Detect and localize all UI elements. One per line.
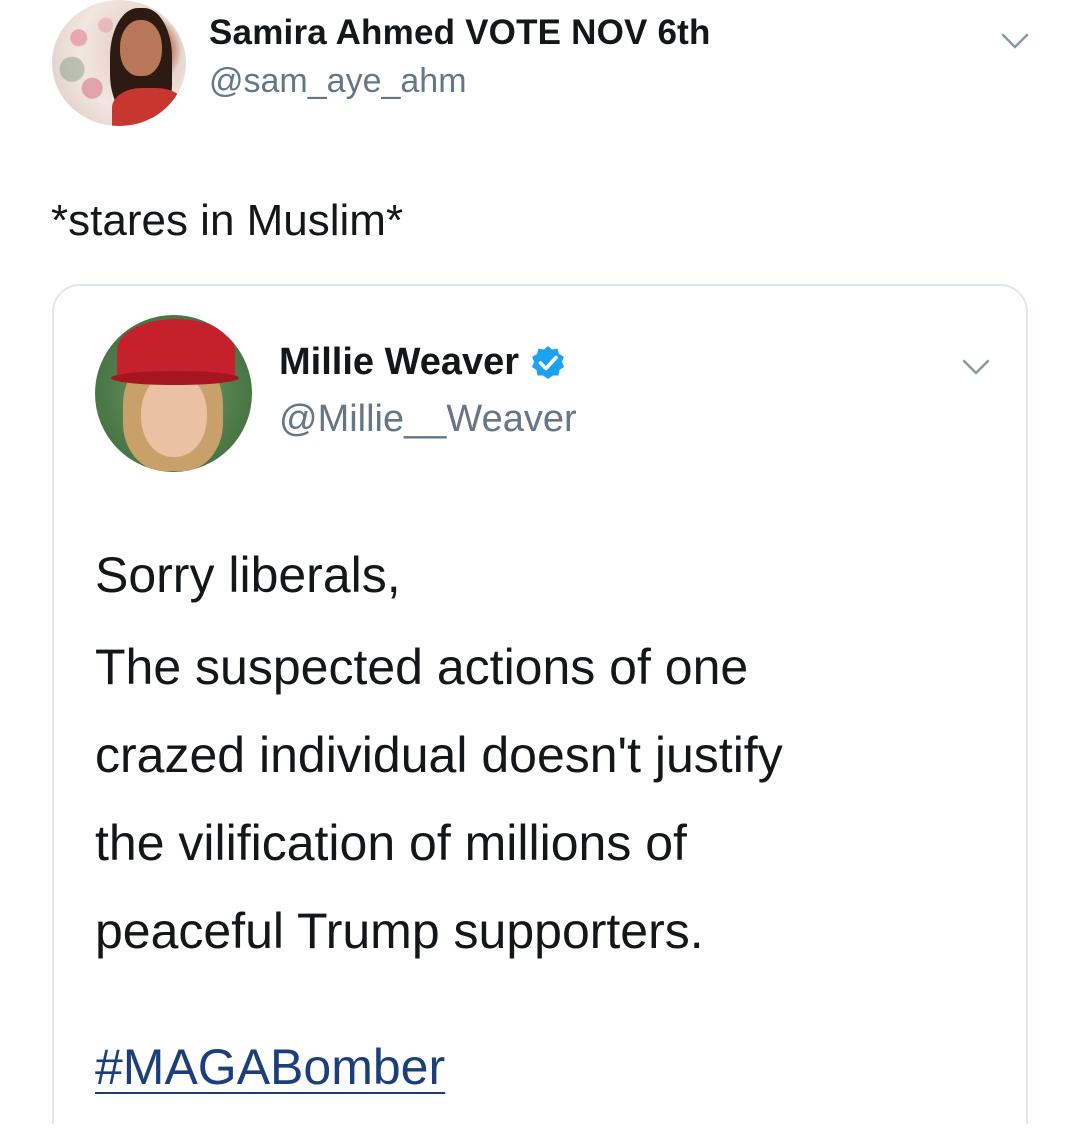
quoted-tweet-paragraph: The suspected actions of one crazed indi… xyxy=(95,623,995,975)
quoted-tweet-body: Sorry liberals, The suspected actions of… xyxy=(95,545,995,975)
chevron-down-icon[interactable] xyxy=(1000,30,1030,52)
author-handle[interactable]: @sam_aye_ahm xyxy=(209,62,467,101)
quoted-author-name[interactable]: Millie Weaver xyxy=(279,341,519,384)
author-name[interactable]: Samira Ahmed VOTE NOV 6th xyxy=(209,13,711,53)
verified-badge-icon xyxy=(529,344,567,382)
author-avatar[interactable] xyxy=(52,0,186,126)
quoted-author-avatar[interactable] xyxy=(95,315,252,472)
avatar-shirt xyxy=(112,88,186,126)
quoted-author-handle[interactable]: @Millie__Weaver xyxy=(279,398,577,441)
avatar-face xyxy=(120,20,162,76)
quoted-tweet-line: peaceful Trump supporters. xyxy=(95,903,704,959)
quoted-author-name-row[interactable]: Millie Weaver xyxy=(279,341,567,384)
avatar-hat-brim xyxy=(111,371,239,385)
chevron-down-icon[interactable] xyxy=(961,356,991,378)
quoted-tweet-line: The suspected actions of one xyxy=(95,639,749,695)
quoted-tweet-line: the vilification of millions of xyxy=(95,815,687,871)
avatar-face xyxy=(141,373,207,457)
hashtag-link[interactable]: #MAGABomber xyxy=(95,1038,445,1096)
quoted-tweet-line: crazed individual doesn't justify xyxy=(95,727,783,783)
quoted-tweet-line: Sorry liberals, xyxy=(95,547,401,603)
tweet-text: *stares in Muslim* xyxy=(51,196,404,245)
